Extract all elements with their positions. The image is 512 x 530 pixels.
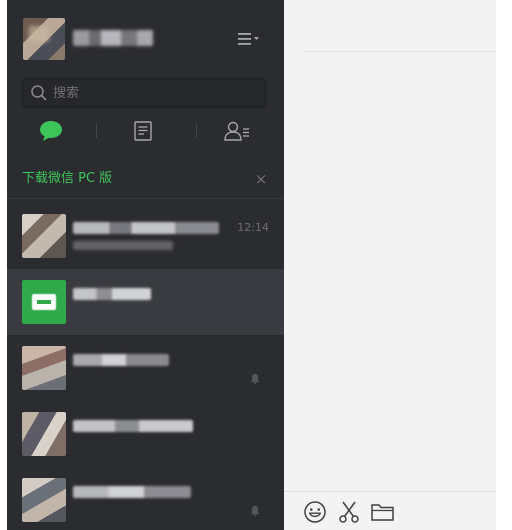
chat-panel bbox=[284, 0, 496, 530]
tab-divider bbox=[96, 124, 97, 138]
composer-toolbar bbox=[284, 491, 496, 530]
tab-divider bbox=[196, 124, 197, 138]
avatar bbox=[22, 280, 66, 324]
close-icon[interactable]: × bbox=[254, 170, 268, 188]
screenshot-button[interactable] bbox=[337, 500, 363, 524]
wechat-window: 下载微信 PC 版 × 12:14 bbox=[0, 0, 512, 530]
folder-icon bbox=[371, 504, 394, 521]
chat-time: 12:14 bbox=[237, 221, 269, 234]
avatar bbox=[22, 346, 66, 390]
emoji-button[interactable] bbox=[303, 500, 329, 524]
sidebar-tabs bbox=[7, 116, 284, 148]
tab-favorites[interactable] bbox=[113, 116, 173, 148]
avatar bbox=[22, 412, 66, 456]
tab-contacts[interactable] bbox=[207, 116, 267, 148]
search-input[interactable] bbox=[53, 81, 253, 105]
chat-list-item-active[interactable] bbox=[7, 269, 284, 335]
chat-bubble-icon bbox=[40, 121, 62, 141]
chat-list-item[interactable] bbox=[7, 401, 284, 467]
header-divider bbox=[303, 51, 496, 52]
tab-chats[interactable] bbox=[21, 116, 81, 148]
chat-name bbox=[73, 222, 219, 234]
mute-bell-icon bbox=[251, 505, 259, 517]
contacts-icon bbox=[224, 121, 249, 141]
download-pc-link[interactable]: 下载微信 PC 版 bbox=[22, 170, 112, 188]
avatar bbox=[22, 478, 66, 522]
menu-button[interactable] bbox=[235, 28, 263, 50]
chat-preview bbox=[73, 241, 173, 250]
sidebar: 下载微信 PC 版 × 12:14 bbox=[7, 0, 284, 530]
chat-name bbox=[73, 486, 191, 498]
chat-name bbox=[73, 354, 169, 366]
menu-icon bbox=[238, 33, 259, 45]
chat-list-item[interactable] bbox=[7, 467, 284, 530]
avatar bbox=[22, 214, 66, 258]
scissors-icon bbox=[339, 501, 359, 523]
emoji-icon bbox=[304, 501, 326, 523]
profile-avatar[interactable] bbox=[23, 18, 65, 60]
window-edge bbox=[496, 0, 512, 530]
chat-name bbox=[73, 288, 151, 300]
profile-name bbox=[73, 30, 153, 46]
send-file-button[interactable] bbox=[370, 500, 396, 524]
mute-bell-icon bbox=[251, 373, 259, 385]
document-icon bbox=[134, 121, 152, 141]
chat-list-item[interactable] bbox=[7, 335, 284, 401]
search-box[interactable] bbox=[22, 78, 266, 108]
chat-list-item[interactable]: 12:14 bbox=[7, 203, 284, 269]
chat-name bbox=[73, 420, 193, 432]
search-icon bbox=[31, 85, 47, 101]
download-banner: 下载微信 PC 版 × bbox=[7, 160, 284, 199]
